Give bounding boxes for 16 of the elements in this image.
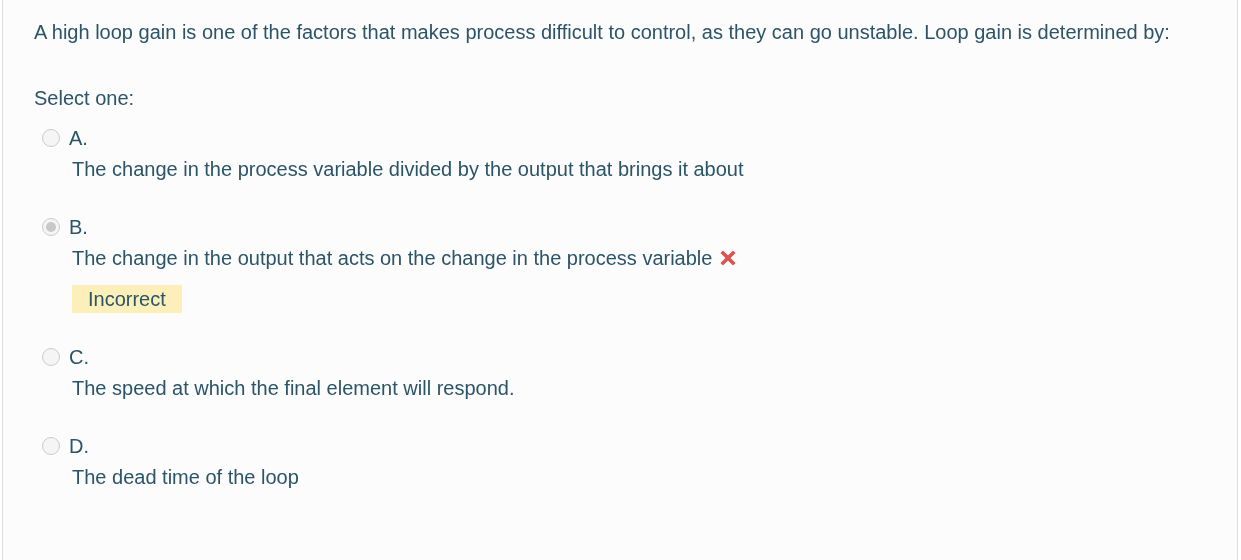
select-prompt: Select one:	[34, 86, 136, 111]
cross-icon	[720, 250, 737, 266]
option-letter: D.	[69, 434, 89, 459]
option-text: The dead time of the loop	[72, 465, 299, 490]
radio-button[interactable]	[42, 129, 60, 147]
radio-button[interactable]	[42, 218, 60, 236]
question-text: A high loop gain is one of the factors that makes process difficult to control, as they can go unstable. Loop gain is determined by:	[34, 20, 1171, 45]
option-text: The speed at which the final element will respond.	[72, 376, 515, 401]
option-letter: C.	[69, 345, 89, 370]
radio-button[interactable]	[42, 348, 60, 366]
radio-button[interactable]	[42, 437, 60, 455]
option-letter: A.	[69, 126, 88, 151]
option-text: The change in the process variable divided by the output that brings it about	[72, 157, 744, 182]
option-text: The change in the output that acts on the change in the process variable	[72, 246, 713, 271]
feedback-label: Incorrect	[72, 285, 182, 313]
option-letter: B.	[69, 215, 88, 240]
